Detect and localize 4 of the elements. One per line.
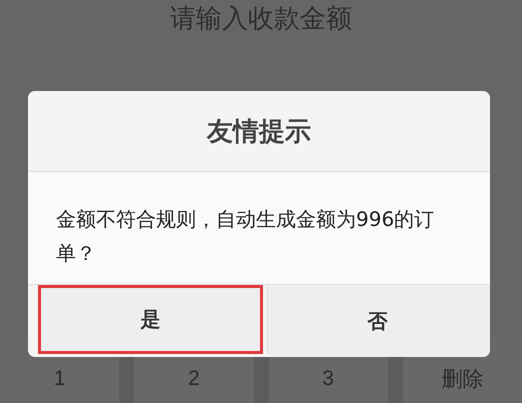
- dialog-button[interactable]: 否: [267, 285, 490, 357]
- dialog-button[interactable]: 是: [38, 285, 263, 354]
- prompt-title: 请输入收款金额: [170, 3, 352, 36]
- dialog-message: 金额不符合规则，自动生成金额为996的订单？: [28, 172, 490, 285]
